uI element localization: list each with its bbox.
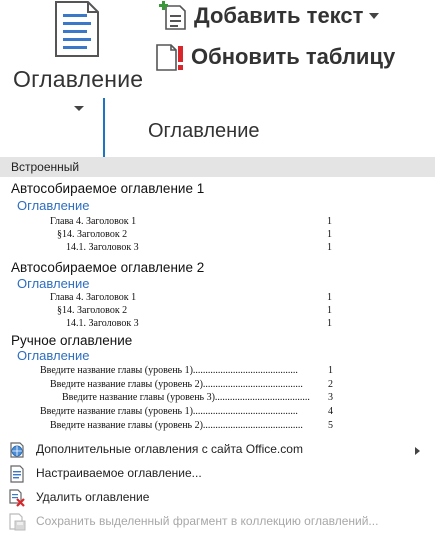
gallery-item-title: Ручное оглавление <box>11 333 133 348</box>
toc-entry-level-2: §14. Заголовок 2 <box>57 229 128 240</box>
menu-item-label: Удалить оглавление <box>36 490 150 504</box>
menu-item-more-from-office[interactable]: Дополнительные оглавления с сайта Office… <box>0 438 435 462</box>
ribbon-group-label: Оглавление <box>148 120 260 142</box>
remove-toc-icon <box>9 489 25 507</box>
toc-entry-page: 1 <box>327 216 332 227</box>
toc-entry-page: 2 <box>328 379 333 390</box>
toc-preview-heading: Оглавление <box>17 198 90 213</box>
toc-dropdown-menu: Дополнительные оглавления с сайта Office… <box>0 437 435 534</box>
save-to-gallery-icon <box>9 513 26 531</box>
toc-entry-level-3: 14.1. Заголовок 3 <box>66 242 139 253</box>
toc-entry-level-2: §14. Заголовок 2 <box>57 305 128 316</box>
toc-entry-page: 1 <box>327 229 332 240</box>
office-globe-icon <box>10 442 24 458</box>
toc-entry-level-1: Введите название главы (уровень 1)......… <box>40 365 298 376</box>
menu-item-remove-toc[interactable]: Удалить оглавление <box>0 486 435 510</box>
gallery-item-title: Автособираемое оглавление 1 <box>11 181 205 196</box>
chevron-down-icon <box>369 13 380 19</box>
table-of-contents-label: Оглавление <box>13 66 144 92</box>
document-settings-icon <box>10 465 24 483</box>
ribbon-references-toc-group: Оглавление Добавить текст Обновить табли… <box>0 0 435 155</box>
menu-item-label: Дополнительные оглавления с сайта Office… <box>36 442 303 456</box>
section-label: Встроенный <box>11 160 80 174</box>
toc-entry-level-1: Глава 4. Заголовок 1 <box>50 216 137 227</box>
toc-entry-page: 1 <box>327 318 332 329</box>
toc-entry-level-1: Глава 4. Заголовок 1 <box>50 292 137 303</box>
chevron-down-icon <box>74 106 84 111</box>
toc-entry-level-2: Введите название главы (уровень 2)......… <box>50 420 303 431</box>
toc-entry-page: 1 <box>327 292 332 303</box>
menu-item-label: Сохранить выделенный фрагмент в коллекци… <box>36 514 379 528</box>
add-text-icon <box>159 1 186 30</box>
gallery-item-manual-toc[interactable]: Ручное оглавление Оглавление Введите наз… <box>0 333 435 436</box>
gallery-item-auto-toc-2[interactable]: Автособираемое оглавление 2 Оглавление Г… <box>0 257 435 332</box>
update-table-icon <box>156 44 183 71</box>
toc-entry-page: 1 <box>328 365 333 376</box>
add-text-button[interactable]: Добавить текст <box>158 1 380 31</box>
menu-item-custom-toc[interactable]: Настраиваемое оглавление... <box>0 462 435 486</box>
menu-item-label: Настраиваемое оглавление... <box>36 466 202 480</box>
table-of-contents-icon <box>55 1 99 57</box>
toc-entry-page: 1 <box>327 305 332 316</box>
gallery-item-auto-toc-1[interactable]: Автособираемое оглавление 1 Оглавление Г… <box>0 178 435 256</box>
toc-preview-heading: Оглавление <box>17 348 90 363</box>
table-of-contents-button[interactable]: Оглавление <box>6 0 148 120</box>
toc-entry-page: 3 <box>328 392 333 403</box>
gallery-section-header: Встроенный <box>0 157 435 177</box>
toc-entry-page: 4 <box>328 406 333 417</box>
chevron-right-icon <box>415 447 420 455</box>
toc-entry-level-2: Введите название главы (уровень 2)......… <box>50 379 303 390</box>
gallery-item-title: Автособираемое оглавление 2 <box>11 260 205 275</box>
toc-preview-heading: Оглавление <box>17 276 90 291</box>
toc-entry-level-3: 14.1. Заголовок 3 <box>66 318 139 329</box>
toc-entry-page: 5 <box>328 420 333 431</box>
update-table-label: Обновить таблицу <box>191 44 396 69</box>
toc-entry-level-1: Введите название главы (уровень 1)......… <box>40 406 298 417</box>
menu-item-save-selection: Сохранить выделенный фрагмент в коллекци… <box>0 510 435 534</box>
add-text-label: Добавить текст <box>194 3 364 28</box>
update-table-button[interactable]: Обновить таблицу <box>155 42 395 72</box>
toc-entry-level-3: Введите название главы (уровень 3)......… <box>62 392 310 403</box>
toc-entry-page: 1 <box>327 242 332 253</box>
